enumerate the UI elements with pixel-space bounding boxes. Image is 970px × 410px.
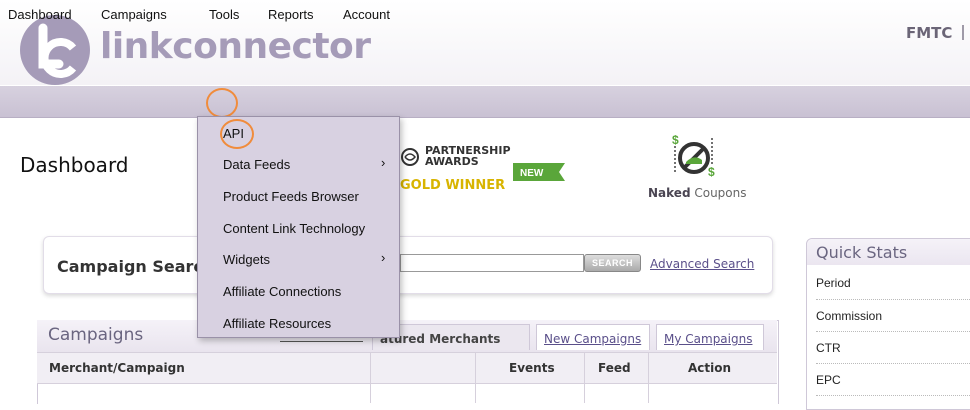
linkconnector-logo-icon[interactable] xyxy=(19,14,91,86)
campaign-search-input[interactable] xyxy=(400,254,584,272)
gold-winner-label: GOLD WINNER xyxy=(400,178,506,193)
hidden-tab-underline xyxy=(280,341,363,342)
campaigns-title: Campaigns xyxy=(48,325,144,345)
tab-new-campaigns[interactable]: New Campaigns xyxy=(536,324,650,350)
page-title: Dashboard xyxy=(20,153,129,177)
brand-name[interactable]: linkconnector xyxy=(100,26,371,67)
column-events[interactable]: Events xyxy=(509,361,555,375)
svg-text:$: $ xyxy=(672,133,679,147)
quick-stats-period: Period xyxy=(816,276,851,290)
quick-stats-divider xyxy=(816,331,970,332)
quick-stats-ctr: CTR xyxy=(816,341,841,355)
account-divider xyxy=(962,25,964,40)
menu-item-product-feeds-browser[interactable]: Product Feeds Browser xyxy=(223,189,359,204)
tools-highlight-circle xyxy=(206,88,238,118)
quick-stats-commission: Commission xyxy=(816,309,883,323)
column-feed[interactable]: Feed xyxy=(598,361,631,375)
campaign-search-title: Campaign Searc xyxy=(57,257,203,276)
nav-dashboard[interactable]: Dashboard xyxy=(8,7,72,22)
menu-item-data-feeds[interactable]: Data Feeds xyxy=(223,157,290,172)
main-nav xyxy=(0,86,970,118)
nav-tools[interactable]: Tools xyxy=(209,7,239,22)
naked-coupons-label[interactable]: Naked Coupons xyxy=(648,186,747,200)
column-divider xyxy=(584,353,585,403)
api-highlight-circle xyxy=(220,119,254,149)
column-divider xyxy=(475,353,476,403)
search-button[interactable]: SEARCH xyxy=(584,254,641,272)
menu-item-affiliate-resources[interactable]: Affiliate Resources xyxy=(223,316,331,331)
column-divider xyxy=(370,353,371,403)
data-feeds-submenu-arrow-icon: › xyxy=(381,155,386,170)
naked-coupons-icon[interactable]: $ $ xyxy=(664,132,734,184)
partnership-awards-line2: AWARDS xyxy=(425,155,479,168)
nav-account[interactable]: Account xyxy=(343,7,390,22)
column-merchant-campaign[interactable]: Merchant/Campaign xyxy=(49,361,185,375)
quick-stats-divider xyxy=(816,395,970,396)
widgets-submenu-arrow-icon: › xyxy=(381,250,386,265)
account-name[interactable]: FMTC xyxy=(906,24,952,42)
partnership-awards-label: PARTNERSHIP AWARDS xyxy=(425,145,511,167)
menu-item-content-link-technology[interactable]: Content Link Technology xyxy=(223,221,365,236)
svg-text:$: $ xyxy=(708,165,715,179)
quick-stats-divider xyxy=(816,299,970,300)
advanced-search-link[interactable]: Advanced Search xyxy=(650,257,754,271)
partnership-awards-icon xyxy=(401,148,419,166)
naked-coupons-rest: Coupons xyxy=(690,186,747,200)
nav-campaigns[interactable]: Campaigns xyxy=(101,7,167,22)
new-badge-text: NEW xyxy=(520,168,544,179)
quick-stats-epc: EPC xyxy=(816,373,841,387)
menu-item-affiliate-connections[interactable]: Affiliate Connections xyxy=(223,284,341,299)
nav-reports[interactable]: Reports xyxy=(268,7,314,22)
new-badge: NEW xyxy=(513,163,565,181)
quick-stats-divider xyxy=(816,363,970,364)
menu-item-widgets[interactable]: Widgets xyxy=(223,252,270,267)
tools-dropdown-menu: API Data Feeds › Product Feeds Browser C… xyxy=(197,116,400,338)
column-action[interactable]: Action xyxy=(688,361,731,375)
column-divider xyxy=(648,353,649,403)
naked-coupons-bold: Naked xyxy=(648,186,691,200)
quick-stats-title: Quick Stats xyxy=(816,243,908,262)
tab-my-campaigns[interactable]: My Campaigns xyxy=(656,324,764,350)
